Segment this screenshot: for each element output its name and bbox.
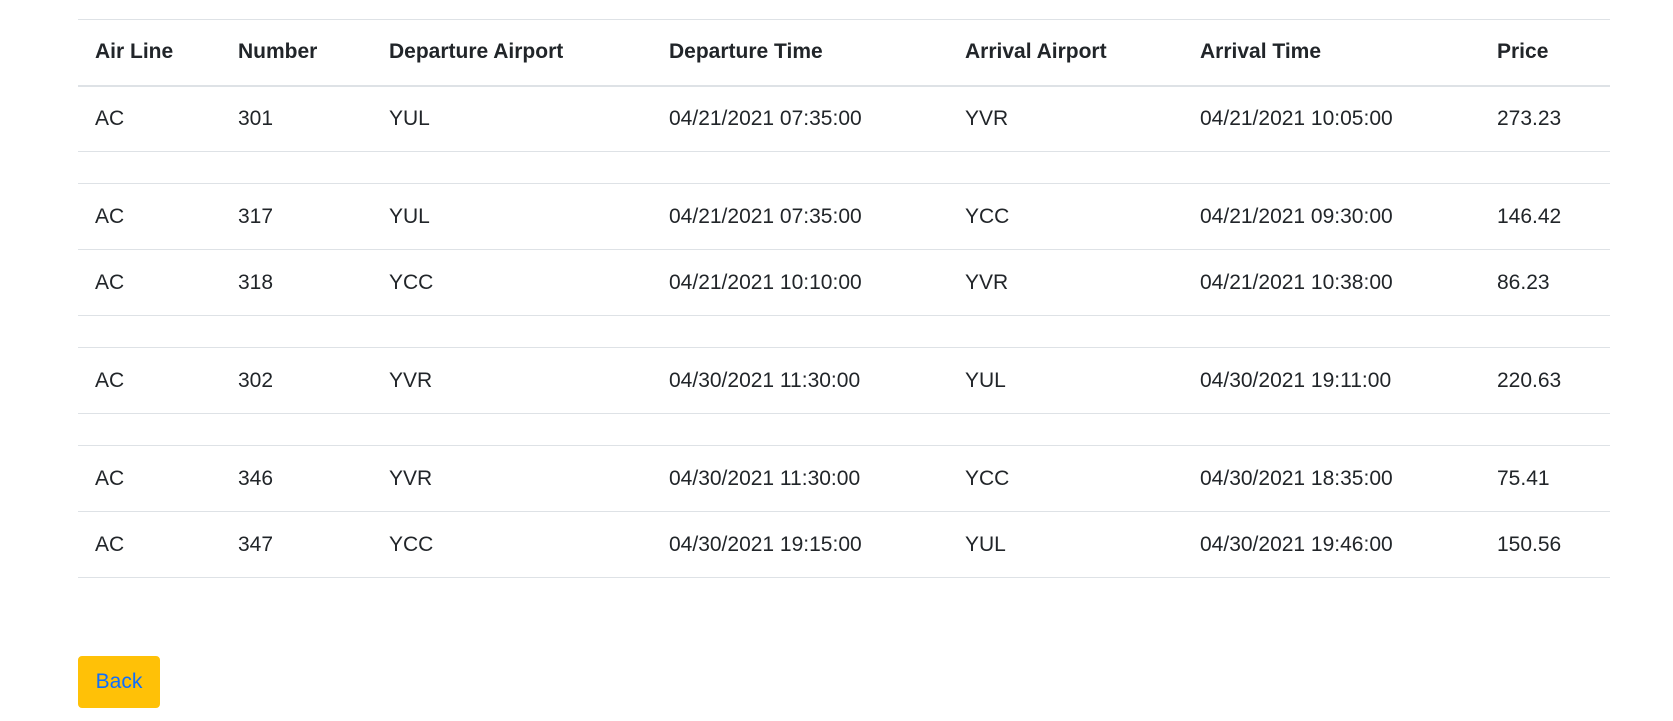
- cell-arrival-time: 04/30/2021 18:35:00: [1200, 466, 1393, 490]
- cell-price: 220.63: [1497, 368, 1562, 392]
- cell-departure-airport: YUL: [389, 106, 430, 130]
- table-row: AC 347 YCC 04/30/2021 19:15:00 YUL 04/30…: [78, 512, 1610, 578]
- flights-table-container: Air Line Number Departure Airport Depart…: [78, 19, 1610, 578]
- cell-departure-time: 04/30/2021 19:15:00: [669, 532, 862, 556]
- cell-arrival-time: 04/21/2021 09:30:00: [1200, 204, 1393, 228]
- cell-arrival-time: 04/30/2021 19:11:00: [1200, 368, 1392, 392]
- cell-arrival-time: 04/21/2021 10:38:00: [1200, 270, 1393, 294]
- cell-departure-time: 04/21/2021 07:35:00: [669, 106, 862, 130]
- cell-departure-time: 04/30/2021 11:30:00: [669, 368, 861, 392]
- cell-departure-time: 04/21/2021 10:10:00: [669, 270, 862, 294]
- cell-arrival-airport: YVR: [965, 106, 1009, 130]
- cell-number: 346: [238, 466, 274, 490]
- cell-air-line: AC: [95, 532, 125, 556]
- cell-departure-airport: YUL: [389, 204, 430, 228]
- table-row: AC 301 YUL 04/21/2021 07:35:00 YVR 04/21…: [78, 86, 1610, 152]
- cell-departure-airport: YVR: [389, 368, 433, 392]
- cell-air-line: AC: [95, 106, 125, 130]
- cell-number: 347: [238, 532, 274, 556]
- cell-departure-airport: YCC: [389, 270, 434, 294]
- cell-departure-time: 04/21/2021 07:35:00: [669, 204, 862, 228]
- spacer-row: [78, 152, 1610, 184]
- cell-departure-time: 04/30/2021 11:30:00: [669, 466, 861, 490]
- cell-departure-airport: YVR: [389, 466, 433, 490]
- cell-price: 150.56: [1497, 532, 1562, 556]
- table-row: AC 302 YVR 04/30/2021 11:30:00 YUL 04/30…: [78, 348, 1610, 414]
- cell-arrival-time: 04/30/2021 19:46:00: [1200, 532, 1393, 556]
- cell-number: 317: [238, 204, 274, 228]
- cell-price: 75.41: [1497, 466, 1550, 490]
- cell-price: 86.23: [1497, 270, 1550, 294]
- cell-air-line: AC: [95, 466, 125, 490]
- table-body: AC 301 YUL 04/21/2021 07:35:00 YVR 04/21…: [78, 86, 1610, 578]
- table-row: AC 318 YCC 04/21/2021 10:10:00 YVR 04/21…: [78, 250, 1610, 316]
- flights-table: Air Line Number Departure Airport Depart…: [78, 19, 1610, 578]
- cell-departure-airport: YCC: [389, 532, 434, 556]
- table-row: AC 346 YVR 04/30/2021 11:30:00 YCC 04/30…: [78, 446, 1610, 512]
- column-header-price: Price: [1497, 40, 1549, 64]
- column-header-departure-airport: Departure Airport: [389, 40, 564, 64]
- table-row: AC 317 YUL 04/21/2021 07:35:00 YCC 04/21…: [78, 184, 1610, 250]
- cell-price: 146.42: [1497, 204, 1562, 228]
- cell-air-line: AC: [95, 368, 125, 392]
- cell-number: 301: [238, 106, 274, 130]
- column-header-number: Number: [238, 40, 318, 64]
- cell-arrival-time: 04/21/2021 10:05:00: [1200, 106, 1393, 130]
- cell-arrival-airport: YVR: [965, 270, 1009, 294]
- column-header-air-line: Air Line: [95, 40, 174, 64]
- column-header-arrival-time: Arrival Time: [1200, 40, 1322, 64]
- cell-number: 318: [238, 270, 274, 294]
- back-button[interactable]: Back: [78, 656, 160, 708]
- header-row: Air Line Number Departure Airport Depart…: [78, 19, 1610, 86]
- spacer-row: [78, 414, 1610, 446]
- cell-arrival-airport: YCC: [965, 466, 1010, 490]
- column-header-arrival-airport: Arrival Airport: [965, 40, 1107, 64]
- cell-air-line: AC: [95, 204, 125, 228]
- cell-air-line: AC: [95, 270, 125, 294]
- table-header: Air Line Number Departure Airport Depart…: [78, 19, 1610, 86]
- cell-number: 302: [238, 368, 274, 392]
- spacer-row: [78, 316, 1610, 348]
- cell-price: 273.23: [1497, 106, 1562, 130]
- column-header-departure-time: Departure Time: [669, 40, 823, 64]
- cell-arrival-airport: YUL: [965, 532, 1006, 556]
- cell-arrival-airport: YCC: [965, 204, 1010, 228]
- cell-arrival-airport: YUL: [965, 368, 1006, 392]
